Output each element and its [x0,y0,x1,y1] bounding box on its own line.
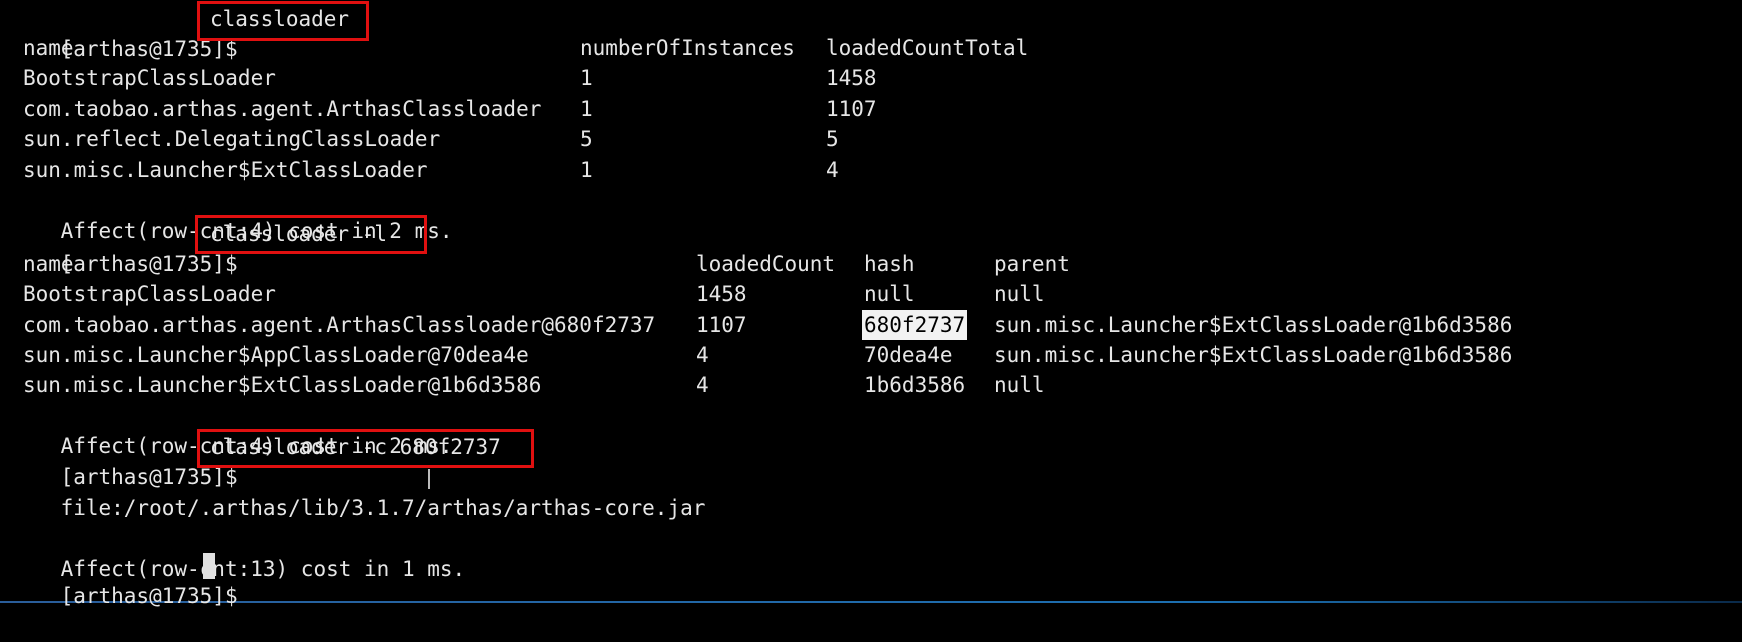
table1-row: BootstrapClassLoader 1 1458 [10,63,877,93]
table1-cell-loaded-total: 5 [826,127,839,151]
jar-path-output: file:/root/.arthas/lib/3.1.7/arthas/arth… [60,496,706,520]
table1-cell-instances: 1 [580,158,593,182]
table2-row: sun.misc.Launcher$AppClassLoader@70dea4e… [10,340,1512,370]
table2-row: BootstrapClassLoader 1458 null null [10,279,1045,309]
footer-line-3: Affect(row-cnt:13) cost in 1 ms. [10,524,466,581]
table2-cell-hash: 70dea4e [864,343,953,367]
table2-cell-hash: 1b6d3586 [864,373,966,397]
command-highlight-2 [195,215,427,254]
table2-header-row: name loadedCount hash parent [10,249,1070,279]
table2-cell-parent: sun.misc.Launcher$ExtClassLoader@1b6d358… [994,313,1513,337]
table1-header-instances: numberOfInstances [580,36,795,60]
prompt: [arthas@1735]$ [60,584,238,608]
table2-cell-loaded-count: 4 [696,343,709,367]
text-cursor-icon [428,469,430,489]
table1-cell-instances: 5 [580,127,593,151]
terminal-window[interactable]: [arthas@1735]$ classloader name numberOf… [0,0,1742,642]
table1-cell-name: sun.misc.Launcher$ExtClassLoader [23,158,428,182]
table1-row: sun.misc.Launcher$ExtClassLoader 1 4 [10,155,839,185]
table1-row: com.taobao.arthas.agent.ArthasClassloade… [10,94,877,124]
table2-cell-loaded-count: 4 [696,373,709,397]
table2-row: sun.misc.Launcher$ExtClassLoader@1b6d358… [10,370,1045,400]
table1-cell-name: sun.reflect.DelegatingClassLoader [23,127,441,151]
table2-cell-name: sun.misc.Launcher$ExtClassLoader@1b6d358… [23,373,542,397]
table2-cell-name: sun.misc.Launcher$AppClassLoader@70dea4e [23,343,529,367]
command-highlight-1 [197,1,369,41]
progress-line [0,601,1742,603]
table2-cell-hash-selected[interactable]: 680f2737 [862,310,968,340]
table2-cell-loaded-count: 1458 [696,282,747,306]
table2-cell-parent: null [994,373,1045,397]
table1-row: sun.reflect.DelegatingClassLoader 5 5 [10,124,839,154]
table2-cell-loaded-count: 1107 [696,313,747,337]
table1-header-name: name [23,36,74,60]
table1-header-row: name numberOfInstances loadedCountTotal [10,33,1028,63]
table1-cell-instances: 1 [580,97,593,121]
footer-line-2: Affect(row-cnt:4) cost in 2 ms. [10,401,453,458]
table2-header-loaded-count: loadedCount [696,252,836,276]
prompt: [arthas@1735]$ [60,252,238,276]
table1-cell-loaded-total: 4 [826,158,839,182]
table1-cell-name: BootstrapClassLoader [23,66,276,90]
table1-cell-loaded-total: 1107 [826,97,877,121]
footer-line-1: Affect(row-cnt:4) cost in 2 ms. [10,186,453,243]
table1-cell-loaded-total: 1458 [826,66,877,90]
table2-cell-parent: sun.misc.Launcher$ExtClassLoader@1b6d358… [994,343,1513,367]
table1-cell-name: com.taobao.arthas.agent.ArthasClassloade… [23,97,542,121]
output-line: file:/root/.arthas/lib/3.1.7/arthas/arth… [10,463,706,520]
terminal-cursor [203,553,215,579]
table1-header-loaded-total: loadedCountTotal [826,36,1029,60]
table2-cell-name: com.taobao.arthas.agent.ArthasClassloade… [23,313,656,337]
table2-row: com.taobao.arthas.agent.ArthasClassloade… [10,310,1512,340]
table2-cell-hash: null [864,282,915,306]
table2-header-parent: parent [994,252,1070,276]
table2-header-hash: hash [864,252,915,276]
table2-cell-parent: null [994,282,1045,306]
table2-header-name: name [23,252,74,276]
table1-cell-instances: 1 [580,66,593,90]
table2-cell-name: BootstrapClassLoader [23,282,276,306]
